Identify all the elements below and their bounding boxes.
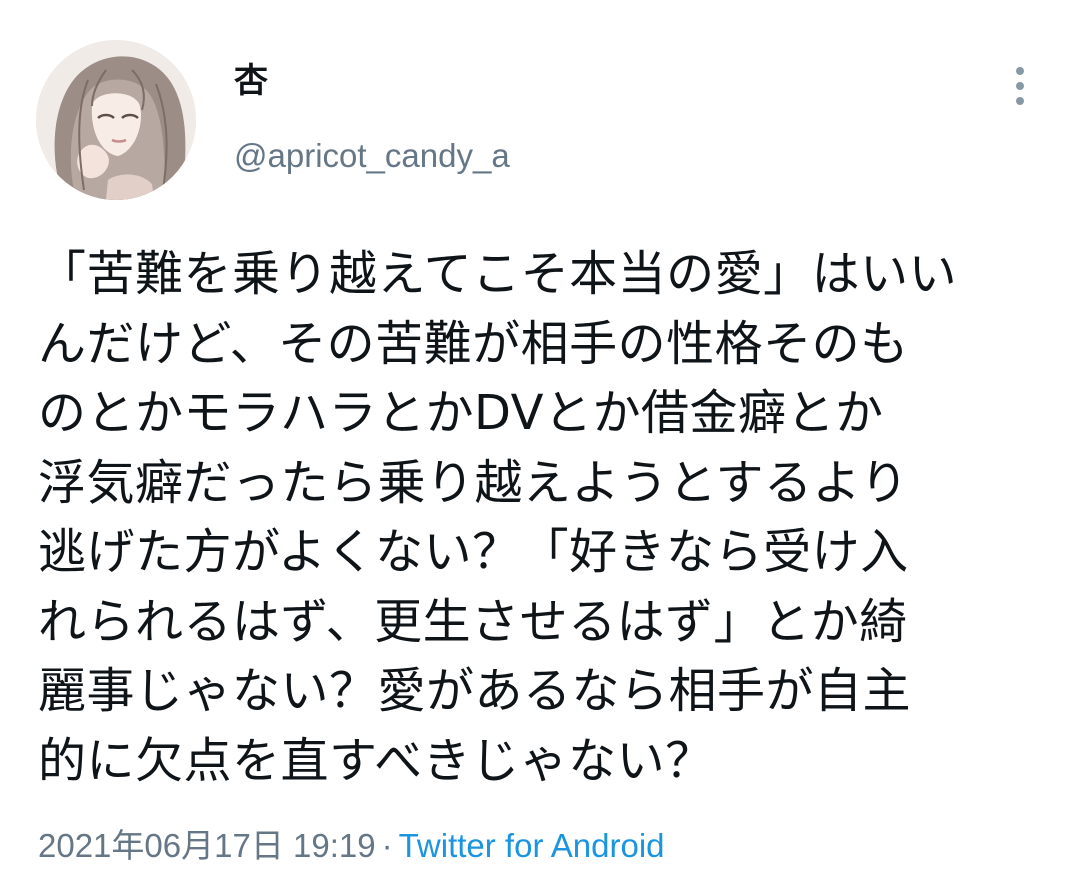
tweet-text: 「苦難を乗り越えてこそ本当の愛」はいい んだけど、その苦難が相手の性格そのも の… <box>38 240 1048 796</box>
tweet-text-line: 「苦難を乗り越えてこそ本当の愛」はいい <box>38 246 958 302</box>
meta-separator: · <box>381 827 393 864</box>
tweet-text-line: 麗事じゃない？愛があるなら相手が自主 <box>38 663 912 719</box>
tweet-source-link[interactable]: Twitter for Android <box>399 827 665 864</box>
more-vertical-icon <box>1016 97 1024 105</box>
tweet-text-line: んだけど、その苦難が相手の性格そのも <box>38 315 909 372</box>
avatar-illustration <box>36 40 196 200</box>
user-handle[interactable]: @apricot_candy_a <box>234 134 510 178</box>
tweet: 杏 @apricot_candy_a 「苦難を乗り越えてこそ本当の愛」はいい ん… <box>0 0 1080 894</box>
tweet-timestamp[interactable]: 2021年06月17日 19:19 <box>38 827 376 864</box>
avatar[interactable] <box>36 40 196 200</box>
tweet-text-line: 浮気癖だったら乗り越えようとするより <box>38 454 909 511</box>
tweet-text-line: 的に欠点を直すべきじゃない？ <box>38 732 714 789</box>
display-name[interactable]: 杏 <box>234 58 268 104</box>
more-vertical-icon <box>1016 67 1024 75</box>
more-vertical-icon <box>1016 82 1024 90</box>
tweet-meta: 2021年06月17日 19:19 · Twitter for Android <box>38 824 665 868</box>
tweet-text-line: れられるはず、更生させるはず」とか綺 <box>38 593 908 650</box>
tweet-text-line: 逃げた方がよくない？「好きなら受け入 <box>38 524 909 580</box>
tweet-text-line: のとかモラハラとかDVとか借金癖とか <box>38 385 884 441</box>
more-options-button[interactable] <box>994 58 1046 114</box>
